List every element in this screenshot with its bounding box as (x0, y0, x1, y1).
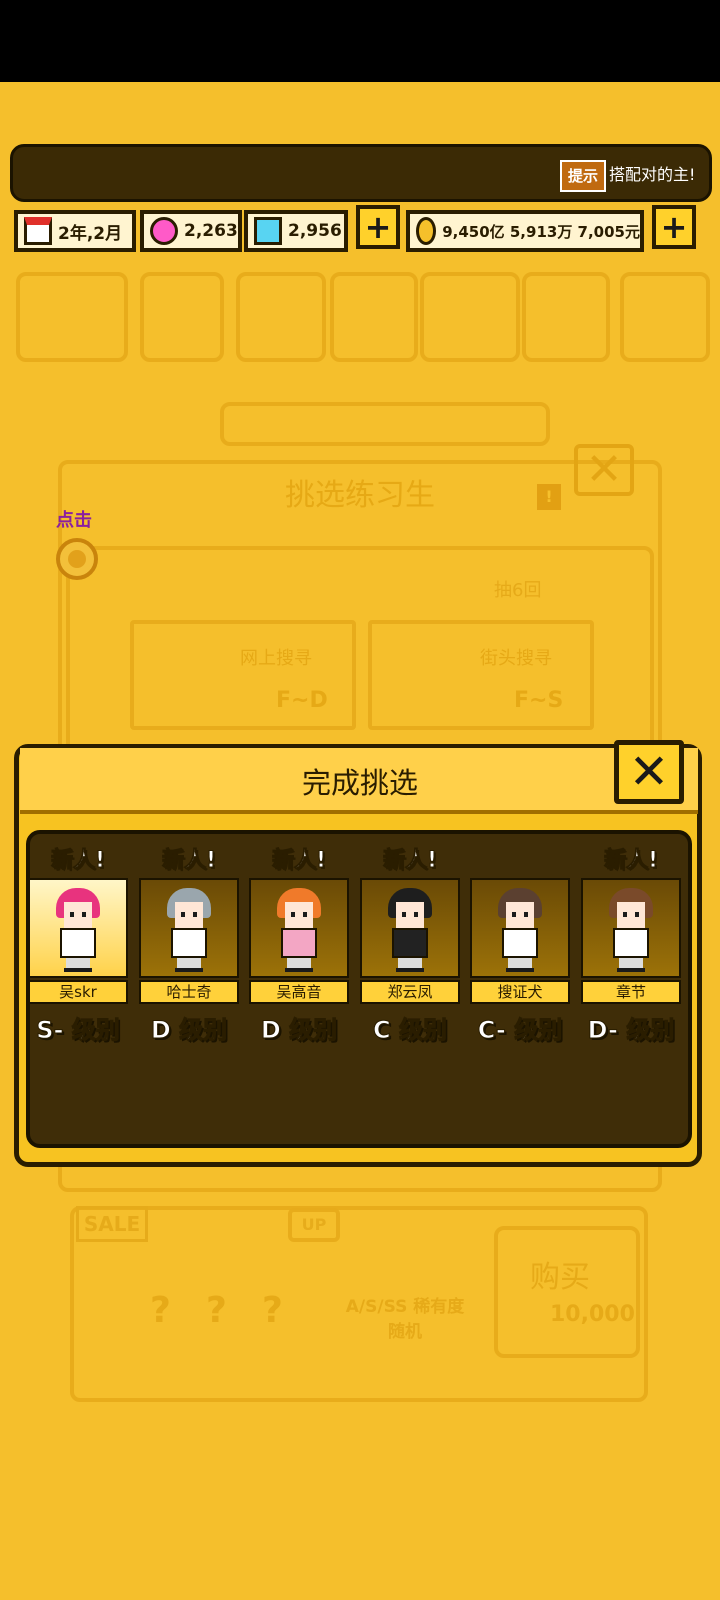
street-search-label: 街头搜寻 (480, 648, 552, 669)
blue-gem-value: 2,956 (288, 221, 342, 241)
trainee-card[interactable]: 新人! 吴高音 D 级别 (249, 842, 349, 1127)
blue-gem-icon (254, 217, 282, 245)
hint-badge[interactable]: 提示 (560, 160, 606, 192)
unknown-trainee-3: ? (262, 1290, 283, 1331)
new-badge: 新人! (382, 848, 438, 874)
tap-label: 点击 (56, 510, 92, 531)
trainee-card[interactable]: 新人! 郑云凤 C 级别 (360, 842, 460, 1127)
info-icon[interactable]: ! (537, 484, 561, 510)
trainee-name: 郑云凤 (360, 980, 460, 1004)
street-search-range: F~S (514, 688, 564, 713)
calendar-icon (24, 217, 52, 245)
pink-gem-counter: 2,263 (140, 210, 242, 252)
draw-count: 抽6回 (494, 580, 542, 601)
menu-tile (16, 272, 128, 362)
menu-tile (522, 272, 610, 362)
menu-tile (236, 272, 326, 362)
trainee-sprite-icon (277, 888, 321, 972)
street-search-card[interactable] (368, 620, 594, 730)
menu-tile (140, 272, 224, 362)
trainee-sprite-icon (498, 888, 542, 972)
trainee-name: 吴高音 (249, 980, 349, 1004)
trainee-sprite-icon (56, 888, 100, 972)
add-money-button[interactable]: + (652, 205, 696, 249)
trainee-card[interactable]: 搜证犬 C- 级别 (470, 842, 570, 1127)
new-badge: 新人! (50, 848, 106, 874)
date-display: 2年,2月 (14, 210, 136, 252)
trainee-grade: C 级别 (373, 1016, 448, 1045)
pink-gem-icon (150, 217, 178, 245)
info-strip (220, 402, 550, 446)
add-gems-button[interactable]: + (356, 205, 400, 249)
coin-icon (416, 217, 437, 245)
news-ticker (10, 144, 712, 202)
blue-gem-counter: 2,956 (244, 210, 348, 252)
new-badge: 新人! (271, 848, 327, 874)
trainee-grade: D 级别 (150, 1016, 228, 1045)
trainee-grade: D 级别 (260, 1016, 338, 1045)
trainee-sprite-icon (167, 888, 211, 972)
unknown-trainee-1: ? (150, 1290, 171, 1331)
trainee-card[interactable]: 新人! 哈士奇 D 级别 (139, 842, 239, 1127)
date-value: 2年,2月 (58, 223, 123, 244)
trainee-sprite-icon (609, 888, 653, 972)
sale-badge: SALE (76, 1206, 148, 1242)
trainee-name: 吴skr (28, 980, 128, 1004)
online-search-card[interactable] (130, 620, 356, 730)
new-badge: 新人! (603, 848, 659, 874)
money-counter: 9,450亿 5,913万 7,005元 (406, 210, 644, 252)
trainee-grade: S- 级别 (36, 1016, 121, 1045)
trainee-grade: D- 级别 (587, 1016, 675, 1045)
menu-tile (420, 272, 520, 362)
buy-label: 购买 (530, 1260, 590, 1295)
pink-gem-value: 2,263 (184, 221, 238, 241)
trainee-card[interactable]: 新人! 吴skr S- 级别 (28, 842, 128, 1127)
menu-tile (330, 272, 418, 362)
trainee-name: 哈士奇 (139, 980, 239, 1004)
trainee-grade: C- 级别 (477, 1016, 563, 1045)
online-search-label: 网上搜寻 (240, 648, 312, 669)
trainee-sprite-icon (388, 888, 432, 972)
online-search-range: F~D (276, 688, 328, 713)
panel-close-button[interactable]: ✕ (574, 444, 634, 496)
dialog-close-button[interactable]: ✕ (614, 740, 684, 804)
money-value: 9,450亿 5,913万 7,005元 (442, 222, 640, 241)
status-bar (0, 0, 720, 82)
panel-title: 挑选练习生 (285, 478, 435, 513)
unknown-trainee-2: ? (206, 1290, 227, 1331)
menu-tile (620, 272, 710, 362)
trainee-card[interactable]: 新人! 章节 D- 级别 (581, 842, 681, 1127)
tap-coin-icon[interactable] (56, 538, 98, 580)
rarity-text: A/S/SS 稀有度随机 (345, 1297, 465, 1342)
trainee-name: 搜证犬 (470, 980, 570, 1004)
up-badge: UP (288, 1208, 340, 1242)
new-badge: 新人! (161, 848, 217, 874)
ticker-text: 搭配对的主! (609, 165, 696, 184)
dialog-title: 完成挑选 (301, 766, 418, 800)
trainee-name: 章节 (581, 980, 681, 1004)
buy-price: 10,000 (550, 1302, 635, 1327)
